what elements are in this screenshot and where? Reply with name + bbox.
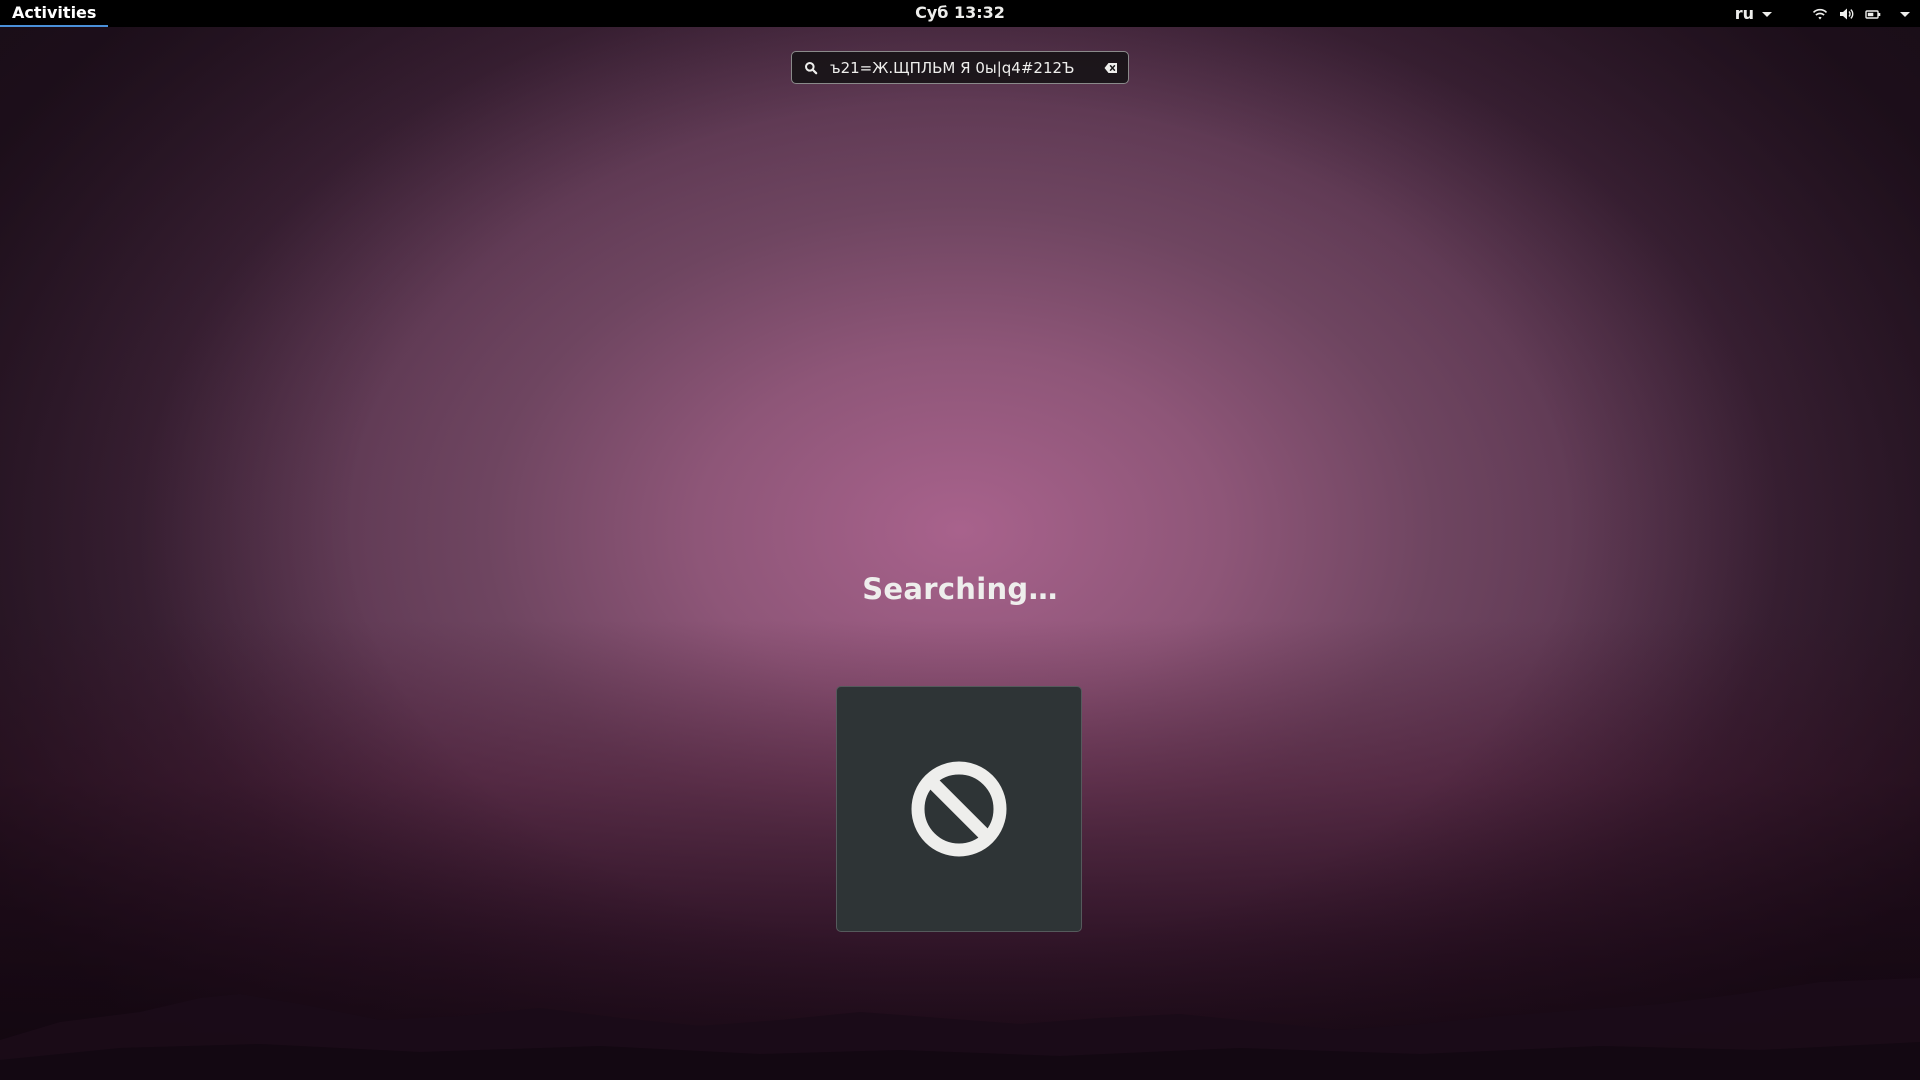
search-input[interactable]: ъ21=Ж.ЩПЛЬМ Я 0ы|q4#212Ъ xyxy=(830,57,1096,79)
clock[interactable]: Суб 13:32 xyxy=(860,0,1060,25)
wifi-icon xyxy=(1812,8,1828,19)
search-icon xyxy=(805,61,818,74)
search-result-tile[interactable] xyxy=(836,686,1082,932)
top-bar: Activities Суб 13:32 ru xyxy=(0,0,1920,27)
wallpaper-hills xyxy=(0,978,1920,1080)
system-tray: ru xyxy=(1725,0,1920,27)
system-menu-button[interactable] xyxy=(1806,0,1920,27)
activities-button[interactable]: Activities xyxy=(0,0,109,27)
search-entry[interactable]: ъ21=Ж.ЩПЛЬМ Я 0ы|q4#212Ъ xyxy=(791,51,1129,84)
input-language-label: ru xyxy=(1734,4,1754,23)
search-input-text: ъ21=Ж.ЩПЛЬМ Я 0ы|q4#212Ъ xyxy=(830,58,1075,77)
system-menu-caret-icon xyxy=(1900,12,1910,17)
volume-icon xyxy=(1840,8,1854,19)
chevron-down-icon xyxy=(1762,12,1772,17)
no-entry-icon xyxy=(911,761,1007,857)
search-status-text: Searching… xyxy=(862,572,1058,606)
clear-text-icon[interactable] xyxy=(1104,62,1118,74)
battery-icon xyxy=(1865,9,1881,19)
input-language-indicator[interactable]: ru xyxy=(1725,0,1784,27)
